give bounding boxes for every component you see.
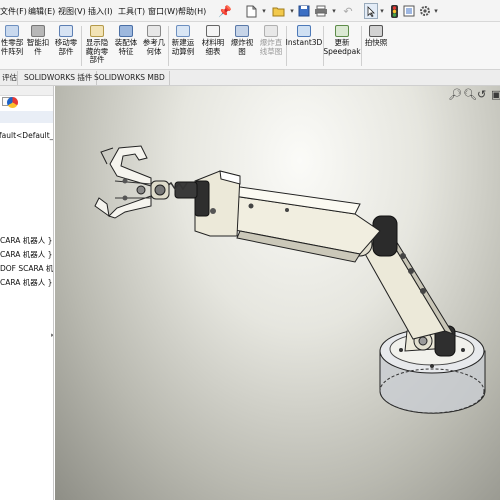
menu-window[interactable]: 窗口(W) [148, 6, 178, 17]
menu-edit[interactable]: 编辑(E) [28, 6, 55, 17]
wrist-motor [150, 180, 198, 200]
pin-icon[interactable]: 📌 [218, 3, 232, 19]
speedpak-icon [335, 25, 349, 37]
exploded-view-icon [235, 25, 249, 37]
show-hidden-icon [90, 25, 104, 37]
motion-study-icon [176, 25, 190, 37]
menu-help[interactable]: 帮助(H) [178, 6, 206, 17]
menu-file[interactable]: 文件(F) [0, 6, 27, 17]
command-manager-ribbon: 性零部 件阵列 智能扣 件 移动零 部件 显示隐 藏的零 部件 装配体 特征 参… [0, 22, 500, 70]
graphics-area[interactable]: 🔎︎ 🔍︎ ↺ ▣ [55, 86, 500, 500]
bom-table-icon [206, 25, 220, 37]
file-properties-icon[interactable] [402, 3, 416, 19]
open-dropdown-icon[interactable]: ▾ [288, 3, 296, 19]
open-icon[interactable] [270, 3, 288, 19]
gripper [94, 145, 152, 219]
menu-view[interactable]: 视图(V) [58, 6, 86, 17]
linear-pattern-icon [5, 25, 19, 37]
show-hidden-components-button[interactable]: 显示隐 藏的零 部件 [82, 25, 112, 65]
menu-tools[interactable]: 工具(T) [118, 6, 145, 17]
print-icon[interactable] [312, 3, 330, 19]
configuration-name[interactable]: fault<Default_D [0, 131, 53, 140]
move-component-button[interactable]: 移动零 部件 [52, 25, 80, 56]
linear-pattern-button[interactable]: 性零部 件阵列 [0, 25, 24, 56]
traffic-light-icon[interactable] [388, 3, 400, 19]
wrist-block [194, 170, 241, 237]
options-gear-icon[interactable] [418, 3, 432, 19]
tree-item[interactable]: DOF SCARA 机 [0, 263, 53, 274]
instant3d-icon [297, 25, 311, 37]
print-dropdown-icon[interactable]: ▾ [330, 3, 338, 19]
camera-icon [369, 25, 383, 37]
fastener-icon [31, 25, 45, 37]
smart-fasteners-button[interactable]: 智能扣 件 [24, 25, 52, 56]
menu-insert[interactable]: 插入(I) [88, 6, 113, 17]
tab-solidworks-mbd[interactable]: SOLIDWORKS MBD [90, 71, 170, 85]
assembly-features-button[interactable]: 装配体 特征 [112, 25, 140, 56]
options-dropdown-icon[interactable]: ▾ [432, 3, 440, 19]
robot-arm-model[interactable] [55, 86, 500, 500]
tree-item[interactable]: CARA 机器人 } [0, 249, 52, 260]
tree-item[interactable]: CARA 机器人 } [0, 235, 52, 246]
undo-icon[interactable]: ↶ [340, 3, 356, 19]
explode-line-sketch-button[interactable]: 爆炸直 线草图 [256, 25, 286, 56]
new-dropdown-icon[interactable]: ▾ [260, 3, 268, 19]
command-tabs: 评估 SOLIDWORKS 插件 SOLIDWORKS MBD [0, 70, 500, 86]
select-dropdown-icon[interactable]: ▾ [378, 3, 386, 19]
exploded-view-button[interactable]: 爆炸视 图 [228, 25, 256, 56]
reference-geometry-button[interactable]: 参考几 何体 [140, 25, 168, 56]
reference-geometry-icon [147, 25, 161, 37]
tree-item[interactable]: CARA 机器人 } [0, 277, 52, 288]
menu-bar: 文件(F) 编辑(E) 视图(V) 插入(I) 工具(T) 窗口(W) 帮助(H… [0, 0, 500, 22]
move-component-icon [59, 25, 73, 37]
take-snapshot-button[interactable]: 拍快照 [362, 25, 390, 48]
upper-arm-link [214, 185, 381, 263]
new-motion-study-button[interactable]: 新建运 动算例 [168, 25, 198, 56]
explode-line-sketch-icon [264, 25, 278, 37]
instant3d-button[interactable]: Instant3D [286, 25, 322, 48]
bill-of-materials-button[interactable]: 材料明 细表 [198, 25, 228, 56]
appearance-tab-icon[interactable] [7, 97, 18, 108]
tab-solidworks-addins[interactable]: SOLIDWORKS 插件 [20, 71, 98, 85]
tab-evaluate[interactable]: 评估 [0, 71, 18, 85]
update-speedpak-button[interactable]: 更新 Speedpak [323, 25, 361, 56]
new-document-icon[interactable] [242, 3, 260, 19]
select-arrow-icon[interactable] [364, 3, 378, 19]
panel-collapse-icon[interactable]: ▸ [51, 331, 53, 339]
assembly-features-icon [119, 25, 133, 37]
save-icon[interactable] [296, 3, 312, 19]
feature-manager-panel: fault<Default_D CARA 机器人 } CARA 机器人 } DO… [0, 86, 54, 500]
